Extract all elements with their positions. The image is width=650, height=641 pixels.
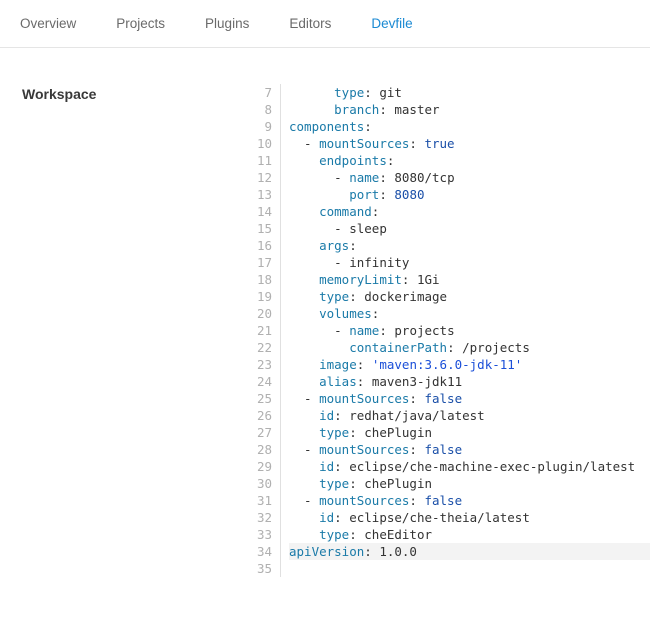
code-line[interactable]: memoryLimit: 1Gi <box>289 271 650 288</box>
line-number: 20 <box>240 305 272 322</box>
line-number: 7 <box>240 84 272 101</box>
line-number: 8 <box>240 101 272 118</box>
code-line[interactable]: type: dockerimage <box>289 288 650 305</box>
line-number: 26 <box>240 407 272 424</box>
line-number: 22 <box>240 339 272 356</box>
line-number: 11 <box>240 152 272 169</box>
line-number: 31 <box>240 492 272 509</box>
sidebar: Workspace <box>0 84 240 577</box>
code-line[interactable]: alias: maven3-jdk11 <box>289 373 650 390</box>
editor-gutter: 7891011121314151617181920212223242526272… <box>240 84 280 577</box>
code-line[interactable]: - name: projects <box>289 322 650 339</box>
line-number: 34 <box>240 543 272 560</box>
content: Workspace 789101112131415161718192021222… <box>0 48 650 577</box>
line-number: 15 <box>240 220 272 237</box>
tab-bar: Overview Projects Plugins Editors Devfil… <box>0 0 650 48</box>
line-number: 33 <box>240 526 272 543</box>
line-number: 17 <box>240 254 272 271</box>
line-number: 29 <box>240 458 272 475</box>
sidebar-section-title: Workspace <box>22 86 240 102</box>
yaml-editor[interactable]: 7891011121314151617181920212223242526272… <box>240 84 650 577</box>
code-line[interactable]: id: eclipse/che-theia/latest <box>289 509 650 526</box>
code-line[interactable]: volumes: <box>289 305 650 322</box>
line-number: 19 <box>240 288 272 305</box>
code-line[interactable]: - mountSources: false <box>289 492 650 509</box>
line-number: 18 <box>240 271 272 288</box>
code-line[interactable]: - mountSources: false <box>289 390 650 407</box>
code-line[interactable]: args: <box>289 237 650 254</box>
code-line[interactable]: - infinity <box>289 254 650 271</box>
code-line[interactable]: type: cheEditor <box>289 526 650 543</box>
line-number: 24 <box>240 373 272 390</box>
code-line[interactable]: id: redhat/java/latest <box>289 407 650 424</box>
line-number: 35 <box>240 560 272 577</box>
line-number: 13 <box>240 186 272 203</box>
code-line[interactable]: - name: 8080/tcp <box>289 169 650 186</box>
line-number: 28 <box>240 441 272 458</box>
tab-overview[interactable]: Overview <box>0 0 96 47</box>
code-line[interactable]: image: 'maven:3.6.0-jdk-11' <box>289 356 650 373</box>
code-line[interactable]: branch: master <box>289 101 650 118</box>
line-number: 30 <box>240 475 272 492</box>
code-line[interactable]: endpoints: <box>289 152 650 169</box>
code-line[interactable]: - mountSources: false <box>289 441 650 458</box>
line-number: 12 <box>240 169 272 186</box>
code-line[interactable] <box>289 560 650 577</box>
code-line[interactable]: - mountSources: true <box>289 135 650 152</box>
line-number: 27 <box>240 424 272 441</box>
code-line[interactable]: id: eclipse/che-machine-exec-plugin/late… <box>289 458 650 475</box>
code-line[interactable]: containerPath: /projects <box>289 339 650 356</box>
line-number: 9 <box>240 118 272 135</box>
line-number: 32 <box>240 509 272 526</box>
line-number: 10 <box>240 135 272 152</box>
code-line[interactable]: apiVersion: 1.0.0 <box>289 543 650 560</box>
tab-devfile[interactable]: Devfile <box>351 0 432 47</box>
line-number: 23 <box>240 356 272 373</box>
tab-plugins[interactable]: Plugins <box>185 0 269 47</box>
line-number: 25 <box>240 390 272 407</box>
line-number: 16 <box>240 237 272 254</box>
code-line[interactable]: type: chePlugin <box>289 424 650 441</box>
code-line[interactable]: type: chePlugin <box>289 475 650 492</box>
editor-code[interactable]: type: git branch: mastercomponents: - mo… <box>280 84 650 577</box>
code-line[interactable]: port: 8080 <box>289 186 650 203</box>
code-line[interactable]: - sleep <box>289 220 650 237</box>
code-line[interactable]: command: <box>289 203 650 220</box>
tab-editors[interactable]: Editors <box>269 0 351 47</box>
tab-projects[interactable]: Projects <box>96 0 185 47</box>
code-line[interactable]: components: <box>289 118 650 135</box>
code-line[interactable]: type: git <box>289 84 650 101</box>
line-number: 14 <box>240 203 272 220</box>
line-number: 21 <box>240 322 272 339</box>
